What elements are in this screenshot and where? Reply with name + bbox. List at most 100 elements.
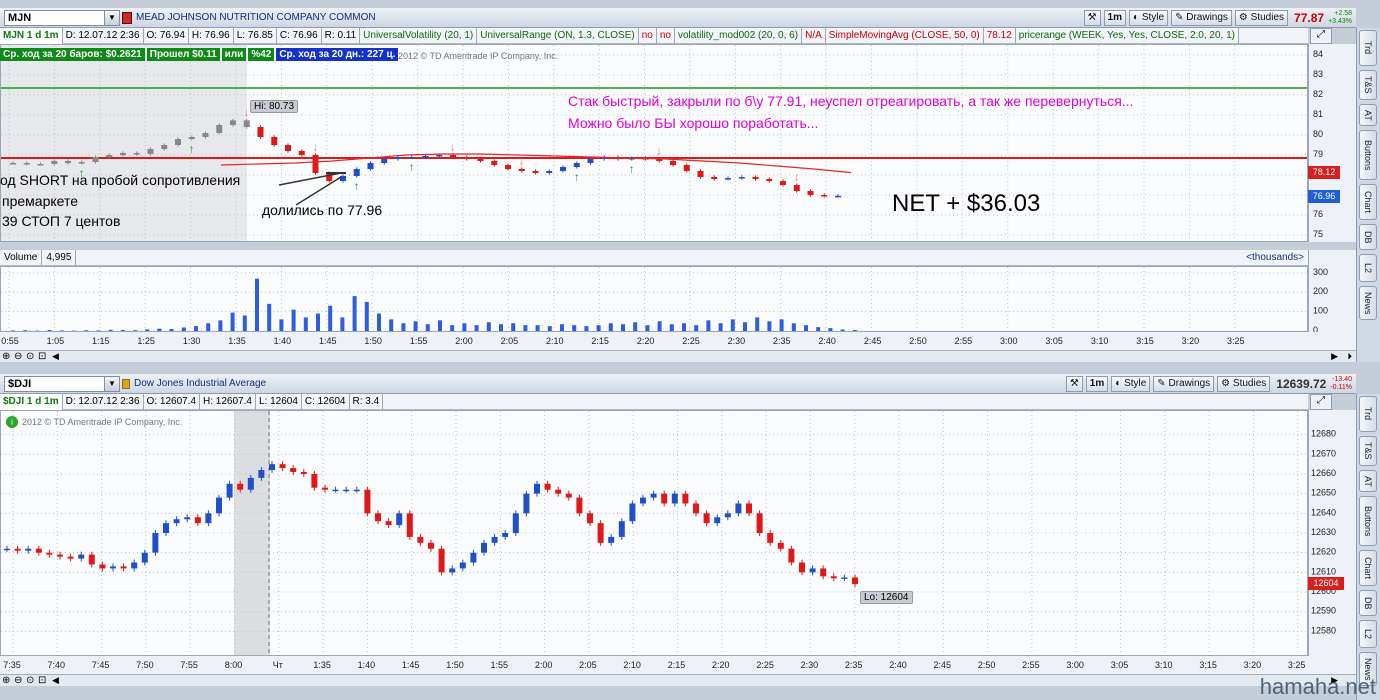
info-icon[interactable]: i [6,416,18,428]
wrench-icon[interactable]: ⚒ [1083,9,1101,26]
top-symbol-field[interactable]: MJN ▼ [4,9,120,26]
volume-bar [767,321,772,331]
top-style-button[interactable]: ◐ Style [1129,9,1169,26]
bottom-period-button[interactable]: 1m [1085,375,1109,392]
candle-body [807,191,814,195]
bottom-drawings-button[interactable]: ✎ Drawings [1153,375,1215,392]
chevron-down-icon[interactable]: ▼ [104,10,119,25]
time-tick-label: 1:05 [47,336,65,346]
fit-icon[interactable]: ⊡ [38,351,46,362]
bottom-studies-button[interactable]: ⚙ Studies [1217,375,1271,392]
top-period-button[interactable]: 1m [1103,9,1126,26]
sidebar-tab-chart[interactable]: Chart [1359,550,1377,586]
top-studies-button[interactable]: ⚙ Studies [1234,9,1289,26]
bottom-copyright: 2012 © TD Ameritrade IP Company, Inc. [22,417,183,427]
price-tick-label: 81 [1313,109,1323,119]
sidebar-tab-trd[interactable]: Trd [1359,30,1377,66]
candle-body [4,548,10,551]
sidebar-tab-chart[interactable]: Chart [1359,184,1377,220]
volume-axis: 0 100 200 300 [1308,250,1356,335]
candle-body [560,167,566,171]
volume-bar [242,315,247,331]
scroll-right-icon[interactable]: ▶ [1331,351,1338,362]
scroll-left-icon[interactable]: ◀ [52,675,59,686]
top-price-panel: ↑ ↑ ↓ ↓ ↑ ↑ ↓ ↓ ↑ ↑ ↓ ↓ [0,44,1308,242]
volume-bar [11,330,15,331]
volume-bar [157,328,162,331]
top-drawings-label: Drawings [1186,12,1228,23]
volume-chart [1,267,1307,332]
zoom-out-icon[interactable]: ⊖ [14,675,22,686]
time-tick-label: 2:55 [1022,660,1040,670]
volume-bar [474,325,479,331]
candle-body [14,548,21,551]
sidebar-tab-l2[interactable]: L2 [1359,254,1377,282]
volume-bar [840,329,845,331]
bottom-scrollbar[interactable]: ⊕ ⊖ ⊙ ⊡ ◀ ▶ [0,674,1356,686]
candle-body [491,536,498,543]
sidebar-tab-at[interactable]: AT [1359,104,1377,126]
candle-body [752,177,759,179]
chevron-down-icon[interactable]: ▼ [104,376,119,391]
time-tick-label: 2:35 [773,336,791,346]
top-scrollbar[interactable]: ⊕ ⊖ ⊙ ⊡ ◀ ▶ ⏵ [0,350,1356,362]
candle-body [436,155,443,157]
zoom-in-icon[interactable]: ⊕ [2,351,10,362]
candle-body [35,548,42,553]
volume-tick-label: 200 [1313,286,1328,296]
volume-bar [669,324,674,331]
buy-arrow: ↑ [409,162,415,174]
bottom-price-axis: 12580 12590 12600 12610 12620 12630 12640 12650… [1308,410,1356,656]
sidebar-tab-buttons[interactable]: Buttons [1359,496,1377,546]
buy-arrow: ↑ [629,164,635,176]
bottom-info-item: C: 12604 [302,393,350,410]
search-icon[interactable]: ⊙ [26,351,34,362]
time-tick-label: 2:50 [978,660,996,670]
search-icon[interactable]: ⊙ [26,675,34,686]
sidebar-tab-ts[interactable]: T&S [1359,436,1377,466]
top-info-item: 78.12 [984,27,1016,44]
top-info-strip: MJN 1 d 1m D: 12.07.12 2:36 O: 76.94 H: 76.… [0,27,1308,44]
sidebar-tab-buttons[interactable]: Buttons [1359,130,1377,180]
sidebar-tab-db[interactable]: DB [1359,224,1377,250]
annotation-note-1: Стак быстрый, закрыли по б\у 77.91, неус… [568,93,1134,109]
volume-label: Volume [0,250,43,265]
expand-icon[interactable]: ⤢ [1310,394,1332,410]
zoom-out-icon[interactable]: ⊖ [14,351,22,362]
candle-body [194,517,201,524]
volume-bar [377,313,381,331]
time-tick-label: 2:40 [889,660,907,670]
volume-bar [486,322,491,331]
sidebar-tab-db[interactable]: DB [1359,590,1377,616]
fit-icon[interactable]: ⊡ [38,675,46,686]
volume-bar [169,329,174,331]
pencil-icon: ✎ [1157,378,1166,389]
volume-bar [364,301,369,331]
wrench-icon[interactable]: ⚒ [1065,375,1083,392]
bottom-symbol-field[interactable]: $DJI ▼ [4,375,120,392]
alert-icon[interactable] [122,11,132,24]
bottom-period-label: 1m [1089,378,1105,389]
volume-bar [462,323,467,331]
expand-icon[interactable]: ⤢ [1310,28,1332,44]
top-info-item: UniversalRange (ON, 1.3, CLOSE) [477,27,639,44]
bottom-studies-label: Studies [1232,378,1267,389]
candle-body [534,483,540,494]
top-drawings-button[interactable]: ✎ Drawings [1171,9,1232,26]
sidebar-tab-ts[interactable]: T&S [1359,70,1377,100]
sidebar-tab-trd[interactable]: Trd [1359,396,1377,432]
scroll-left-icon[interactable]: ◀ [52,351,59,362]
candle-body [133,153,140,155]
time-tick-label: 2:00 [455,336,473,346]
sidebar-tab-at[interactable]: AT [1359,470,1377,492]
price-tick-label: 12660 [1311,468,1336,478]
volume-bar [682,323,686,331]
zoom-in-icon[interactable]: ⊕ [2,675,10,686]
candle-body [311,473,318,488]
bottom-style-button[interactable]: ◐ Style [1111,375,1151,392]
candle-body [92,157,99,162]
sidebar-tab-l2[interactable]: L2 [1359,620,1377,648]
sidebar-tab-news[interactable]: News [1359,286,1377,320]
candle-body [152,533,159,553]
scroll-end-icon[interactable]: ⏵ [1347,351,1352,362]
